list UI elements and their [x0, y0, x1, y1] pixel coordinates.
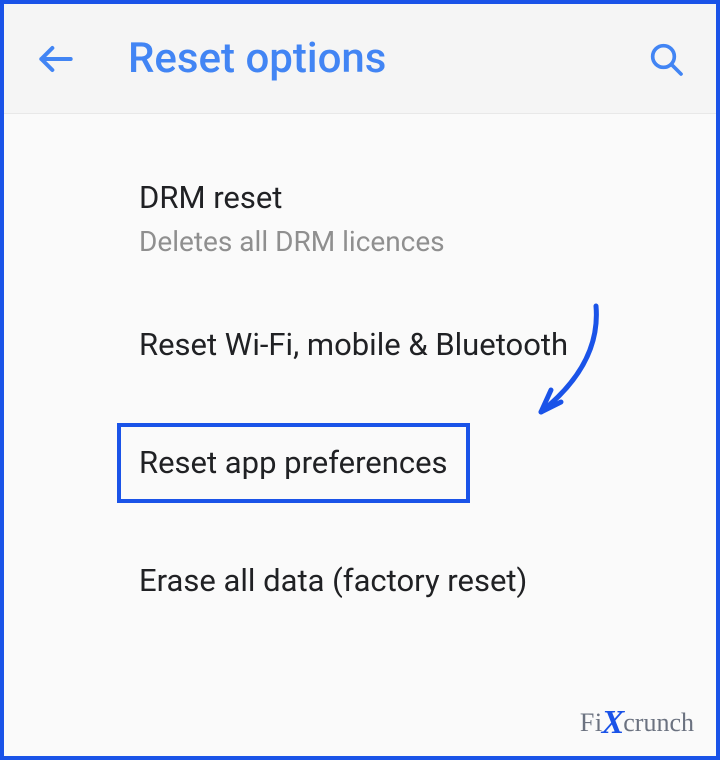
- arrow-left-icon: [34, 37, 78, 81]
- watermark-part3: crunch: [623, 708, 694, 738]
- watermark: Fi X crunch: [580, 704, 694, 742]
- page-title: Reset options: [128, 34, 636, 83]
- back-button[interactable]: [24, 27, 88, 91]
- item-title: Reset Wi-Fi, mobile & Bluetooth: [139, 325, 676, 365]
- app-header: Reset options: [4, 4, 716, 114]
- item-title: Reset app preferences: [139, 443, 448, 483]
- list-item-erase-all-data[interactable]: Erase all data (factory reset): [139, 531, 676, 625]
- settings-list: DRM reset Deletes all DRM licences Reset…: [4, 114, 716, 626]
- list-item-reset-wifi[interactable]: Reset Wi-Fi, mobile & Bluetooth: [139, 285, 676, 395]
- list-item-drm-reset[interactable]: DRM reset Deletes all DRM licences: [139, 154, 676, 285]
- search-icon: [646, 39, 686, 79]
- item-subtitle: Deletes all DRM licences: [139, 224, 676, 260]
- item-title: DRM reset: [139, 178, 676, 218]
- item-title: Erase all data (factory reset): [139, 561, 676, 601]
- list-item-reset-app-preferences[interactable]: Reset app preferences: [139, 395, 676, 531]
- search-button[interactable]: [636, 29, 696, 89]
- highlight-box: Reset app preferences: [117, 423, 470, 503]
- watermark-part1: Fi: [580, 708, 603, 738]
- watermark-part2: X: [602, 704, 625, 742]
